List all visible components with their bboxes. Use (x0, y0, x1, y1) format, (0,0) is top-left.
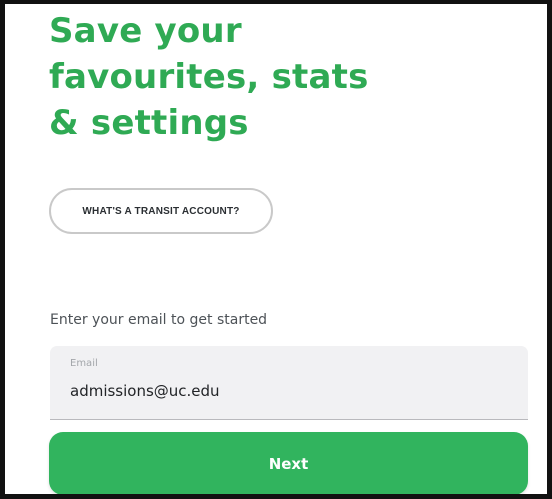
page-title-line-2: favourites, stats (49, 57, 369, 97)
app-screen: Save your favourites, stats & settings W… (0, 0, 552, 499)
transit-account-info-label: WHAT'S A TRANSIT ACCOUNT? (82, 205, 240, 217)
next-button[interactable]: Next (49, 432, 528, 494)
transit-account-info-button[interactable]: WHAT'S A TRANSIT ACCOUNT? (49, 188, 273, 234)
page-title-line-1: Save your (49, 11, 242, 51)
email-field[interactable]: Email (50, 346, 528, 420)
page-title: Save your favourites, stats & settings (49, 8, 369, 146)
email-field-label: Email (70, 358, 98, 369)
page-title-line-3: & settings (49, 103, 249, 143)
email-prompt: Enter your email to get started (50, 312, 268, 328)
email-input[interactable] (70, 382, 500, 400)
